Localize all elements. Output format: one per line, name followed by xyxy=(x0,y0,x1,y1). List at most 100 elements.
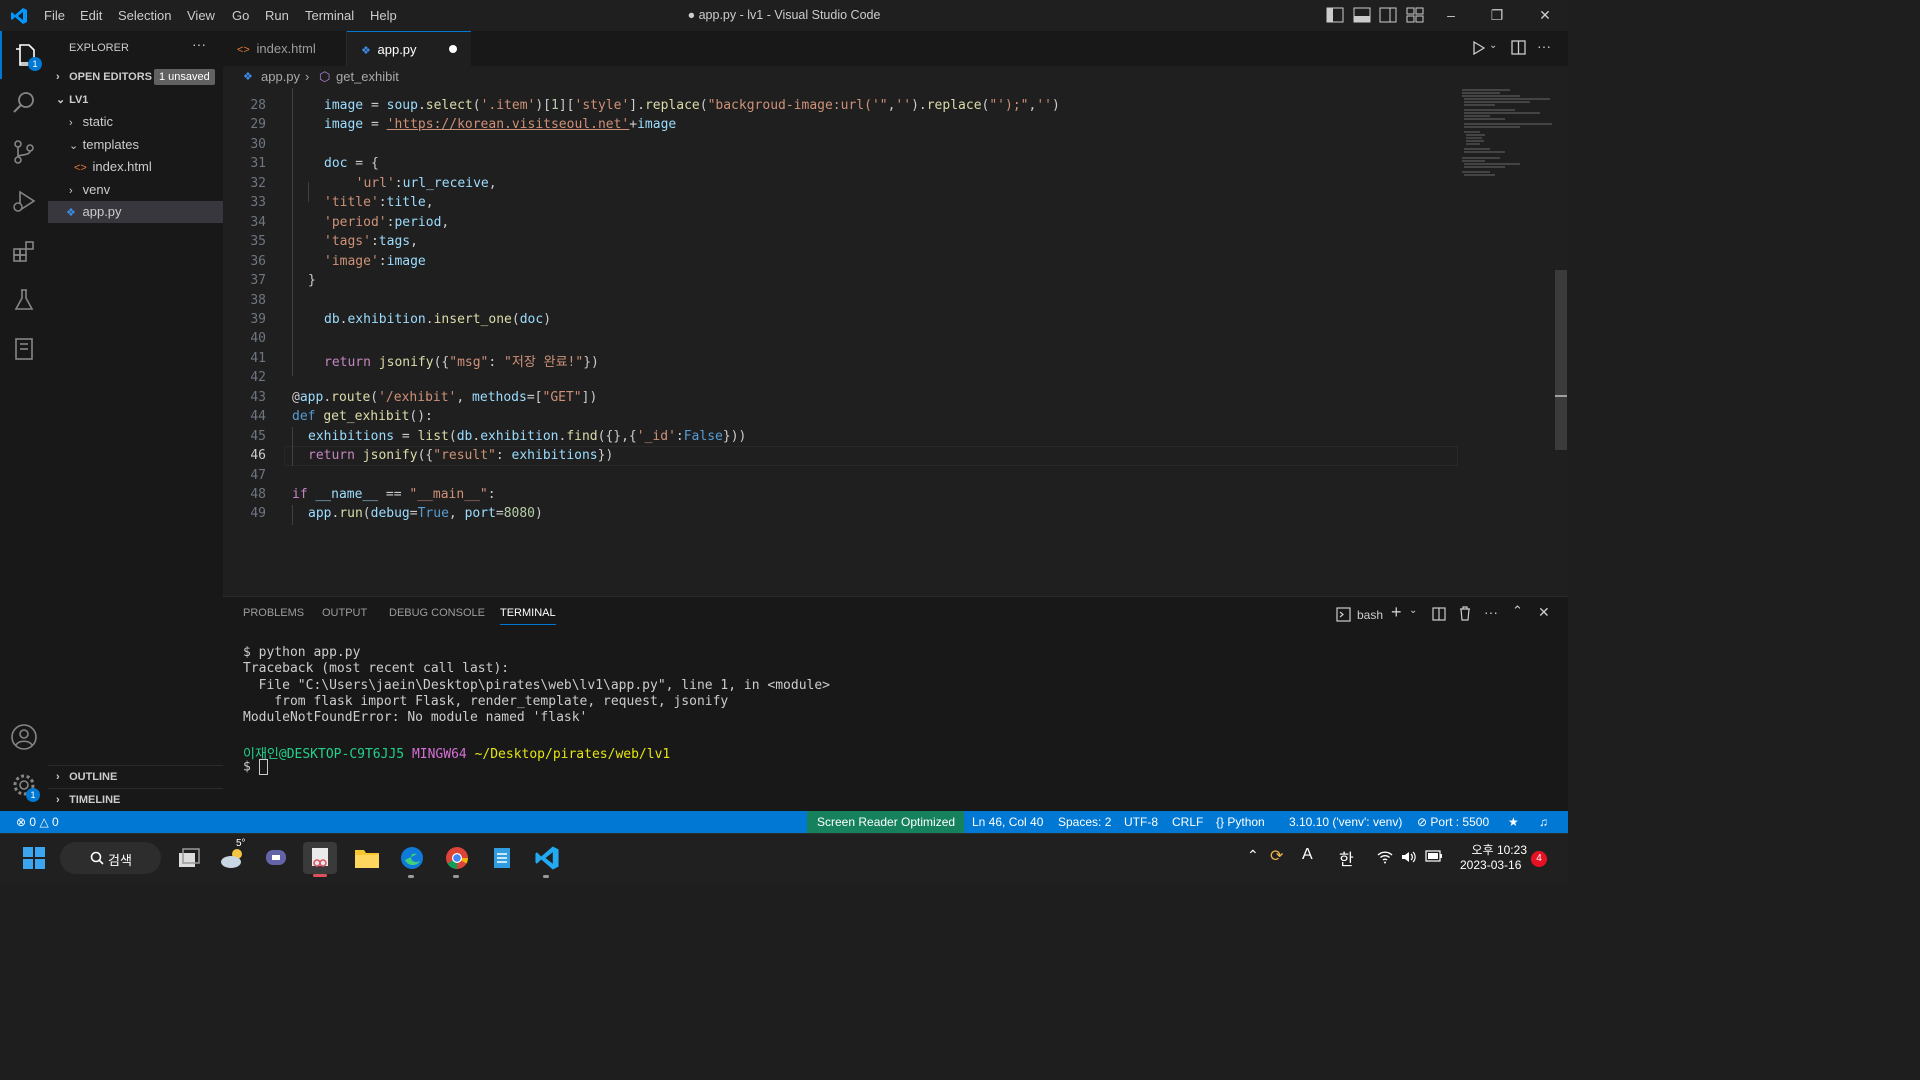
restore-button[interactable]: ❐ xyxy=(1477,4,1517,26)
chevron-down-icon: ⌄ xyxy=(69,140,79,152)
trash-icon[interactable] xyxy=(1458,606,1472,621)
minimap[interactable] xyxy=(1460,88,1555,178)
language-mode[interactable]: {} Python xyxy=(1216,811,1265,833)
python-interpreter[interactable]: 3.10.10 ('venv': venv) xyxy=(1289,811,1402,833)
terminal-input-line[interactable]: $ xyxy=(243,759,268,775)
ime-mode-a[interactable]: A xyxy=(1302,846,1313,864)
code-line: 'url':url_receive, xyxy=(355,175,497,191)
menu-selection[interactable]: Selection xyxy=(118,8,171,23)
snipping-tool-button[interactable] xyxy=(303,842,337,877)
clock-time[interactable]: 오후 10:23 xyxy=(1467,841,1527,858)
tree-item-index-html[interactable]: <> index.html xyxy=(48,156,223,178)
more-actions-icon[interactable]: ··· xyxy=(1537,38,1551,54)
ime-mode-hangul[interactable]: 한 xyxy=(1339,846,1354,870)
new-terminal-icon[interactable]: + xyxy=(1391,602,1402,623)
tree-item-templates[interactable]: ⌄ templates xyxy=(48,134,223,156)
menu-edit[interactable]: Edit xyxy=(80,8,102,23)
editor-tabs: <> index.html ❖ app.py ⌄ ··· xyxy=(223,31,1568,67)
weather-widget[interactable]: 5° xyxy=(216,838,250,874)
more-actions-icon[interactable]: ··· xyxy=(192,36,206,52)
clock-date[interactable]: 2023-03-16 xyxy=(1460,858,1521,872)
eol-status[interactable]: CRLF xyxy=(1172,811,1203,833)
code-line: return jsonify({"msg": "저장 완료!"}) xyxy=(324,354,599,370)
menu-help[interactable]: Help xyxy=(370,8,397,23)
chevron-down-icon[interactable]: ⌄ xyxy=(1489,40,1497,51)
start-button[interactable] xyxy=(17,842,51,874)
manage-button[interactable]: 1 xyxy=(0,761,48,809)
toggle-sidebar-icon[interactable] xyxy=(1326,7,1344,23)
source-control-button[interactable] xyxy=(0,128,48,176)
minimize-button[interactable]: – xyxy=(1431,4,1471,26)
sync-icon[interactable]: ⟳ xyxy=(1270,846,1283,866)
run-file-icon[interactable] xyxy=(1471,41,1485,55)
screen-reader-status[interactable]: Screen Reader Optimized xyxy=(807,811,964,833)
tab-terminal[interactable]: TERMINAL xyxy=(500,607,556,625)
chevron-down-icon: ⌄ xyxy=(56,94,66,106)
notification-count-badge[interactable]: 4 xyxy=(1531,851,1547,867)
open-editors-section[interactable]: › OPEN EDITORS 1 unsaved xyxy=(48,66,223,88)
tab-index-html[interactable]: <> index.html xyxy=(223,31,347,66)
code-line: image = 'https://korean.visitseoul.net'+… xyxy=(324,117,677,133)
cursor-position[interactable]: Ln 46, Col 40 xyxy=(972,811,1043,833)
breadcrumb: ❖ app.py › ⬡ get_exhibit xyxy=(223,66,1568,88)
more-actions-icon[interactable]: ··· xyxy=(1484,604,1498,620)
wifi-icon[interactable] xyxy=(1377,850,1393,864)
volume-icon[interactable] xyxy=(1401,850,1417,864)
maximize-panel-icon[interactable]: ⌃ xyxy=(1512,603,1523,619)
line-number: 28 xyxy=(250,98,266,113)
menu-run[interactable]: Run xyxy=(265,8,289,23)
folder-lv1[interactable]: ⌄ LV1 xyxy=(48,89,223,111)
tab-debug-console[interactable]: DEBUG CONSOLE xyxy=(389,607,485,619)
tab-app-py[interactable]: ❖ app.py xyxy=(347,31,471,66)
tree-item-venv[interactable]: › venv xyxy=(48,179,223,201)
toggle-secondary-sidebar-icon[interactable] xyxy=(1379,7,1397,23)
teams-chat-button[interactable] xyxy=(259,842,293,874)
tree-item-app-py[interactable]: ❖ app.py xyxy=(48,201,223,223)
feedback-icon[interactable]: ★ xyxy=(1508,811,1519,833)
problems-status[interactable]: ⊗ 0 △ 0 xyxy=(16,811,59,833)
indentation-status[interactable]: Spaces: 2 xyxy=(1058,811,1111,833)
remote-explorer-button[interactable] xyxy=(0,325,48,373)
extensions-button[interactable] xyxy=(0,227,48,275)
breadcrumb-file[interactable]: app.py xyxy=(261,66,300,88)
toggle-panel-icon[interactable] xyxy=(1353,7,1371,23)
explorer-button[interactable]: 1 xyxy=(0,31,48,79)
customize-layout-icon[interactable] xyxy=(1406,7,1424,23)
menu-view[interactable]: View xyxy=(187,8,215,23)
tab-problems[interactable]: PROBLEMS xyxy=(243,607,304,619)
file-explorer-button[interactable] xyxy=(350,842,384,874)
task-view-button[interactable] xyxy=(172,842,206,874)
editor-scrollbar[interactable] xyxy=(1555,270,1567,450)
split-editor-icon[interactable] xyxy=(1511,40,1526,55)
outline-section[interactable]: › OUTLINE xyxy=(48,766,223,788)
vscode-taskbar-button[interactable] xyxy=(530,842,564,878)
menu-terminal[interactable]: Terminal xyxy=(305,8,354,23)
tab-output[interactable]: OUTPUT xyxy=(322,607,367,619)
close-window-button[interactable]: ✕ xyxy=(1525,4,1565,26)
notepad-button[interactable] xyxy=(485,842,519,874)
edge-browser-button[interactable] xyxy=(395,842,429,878)
timeline-section[interactable]: › TIMELINE xyxy=(48,789,223,811)
tree-item-static[interactable]: › static xyxy=(48,111,223,133)
encoding-status[interactable]: UTF-8 xyxy=(1124,811,1158,833)
taskbar-search[interactable]: 검색 xyxy=(60,842,161,874)
accounts-button[interactable] xyxy=(0,713,48,761)
split-terminal-icon[interactable] xyxy=(1432,607,1446,621)
terminal-line: ModuleNotFoundError: No module named 'fl… xyxy=(243,710,588,725)
menu-file[interactable]: File xyxy=(44,8,65,23)
close-panel-icon[interactable]: ✕ xyxy=(1538,604,1550,621)
run-debug-button[interactable] xyxy=(0,177,48,225)
battery-icon[interactable] xyxy=(1425,850,1443,862)
chrome-browser-button[interactable] xyxy=(440,842,474,878)
menu-go[interactable]: Go xyxy=(232,8,249,23)
unsaved-dot-icon[interactable] xyxy=(449,45,457,53)
live-server-port[interactable]: ⊘ Port : 5500 xyxy=(1417,811,1489,833)
code-editor[interactable]: 28 29 30 31 32 33 34 35 36 37 38 39 40 41 42 43 44 45 46 47… xyxy=(223,88,1568,596)
notifications-bell-icon[interactable]: ♫ xyxy=(1539,811,1548,833)
search-button[interactable] xyxy=(0,79,48,127)
testing-button[interactable] xyxy=(0,276,48,324)
chevron-down-icon[interactable]: ⌄ xyxy=(1409,605,1417,616)
breadcrumb-symbol[interactable]: get_exhibit xyxy=(336,66,399,88)
show-hidden-icons-chevron-up-icon[interactable]: ⌃ xyxy=(1247,847,1259,864)
terminal-shell-name[interactable]: bash xyxy=(1357,608,1383,622)
